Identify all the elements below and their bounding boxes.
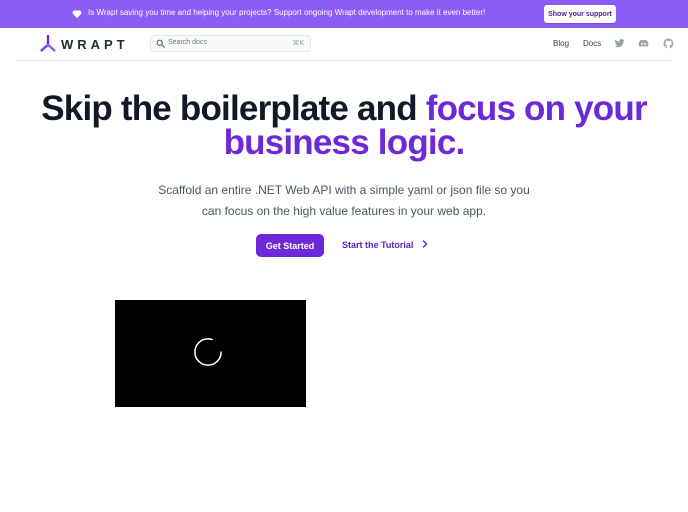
search-input[interactable]: Search docs ⌘K [150,35,311,52]
hero-subtitle: Scaffold an entire .NET Web API with a s… [158,183,530,218]
site-header: WRAPT Search docs ⌘K Blog Docs [16,28,674,61]
banner-message: Is Wrapt saving you time and helping you… [88,8,486,17]
announcement-banner: Is Wrapt saving you time and helping you… [0,0,688,28]
discord-icon[interactable] [638,38,649,49]
github-icon[interactable] [663,38,674,49]
hero-heading: Skip the boilerplate and focus on your b… [0,91,688,160]
nav-blog-link[interactable]: Blog [553,39,569,48]
demo-video-player[interactable] [115,300,306,407]
show-support-button[interactable]: Show your support [544,5,616,23]
chevron-right-icon [422,240,428,248]
wrapt-logo-icon[interactable] [40,35,56,53]
loading-spinner-icon [194,338,222,366]
search-placeholder: Search docs [168,39,207,46]
get-started-button[interactable]: Get Started [256,234,324,257]
start-tutorial-label: Start the Tutorial [342,240,414,250]
nav-docs-link[interactable]: Docs [583,39,601,48]
brand-name[interactable]: WRAPT [61,37,129,52]
start-tutorial-link[interactable]: Start the Tutorial [342,240,428,250]
search-shortcut: ⌘K [292,39,304,47]
twitter-icon[interactable] [614,38,625,49]
search-icon [156,39,165,48]
heart-icon [72,10,82,18]
